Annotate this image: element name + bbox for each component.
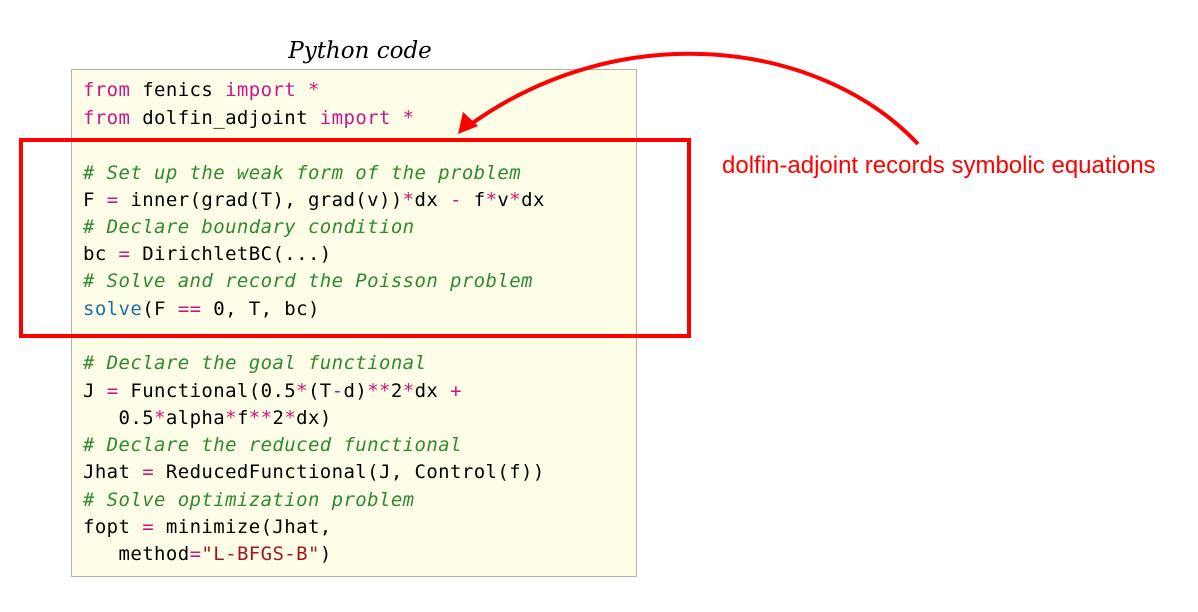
arrow-annotation: [458, 51, 920, 146]
arrow-curve: [465, 51, 920, 146]
annotation-text: dolfin-adjoint records symbolic equation…: [722, 152, 1156, 179]
